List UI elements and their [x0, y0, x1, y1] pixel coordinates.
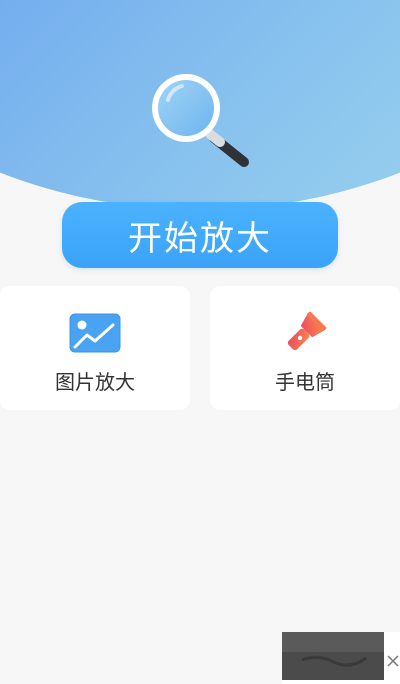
flashlight-icon — [279, 311, 331, 354]
start-magnify-button[interactable]: 开始放大 — [62, 202, 338, 268]
feature-label: 图片放大 — [55, 370, 135, 394]
corner-overlay — [282, 632, 400, 684]
app-screen: 开始放大 图片放大 手电筒 — [0, 0, 400, 684]
magnifier-icon — [148, 72, 252, 172]
feature-card-image-magnify[interactable]: 图片放大 — [0, 286, 190, 410]
feature-label: 手电筒 — [275, 370, 335, 394]
feature-card-flashlight[interactable]: 手电筒 — [210, 286, 400, 410]
image-icon — [69, 312, 121, 354]
